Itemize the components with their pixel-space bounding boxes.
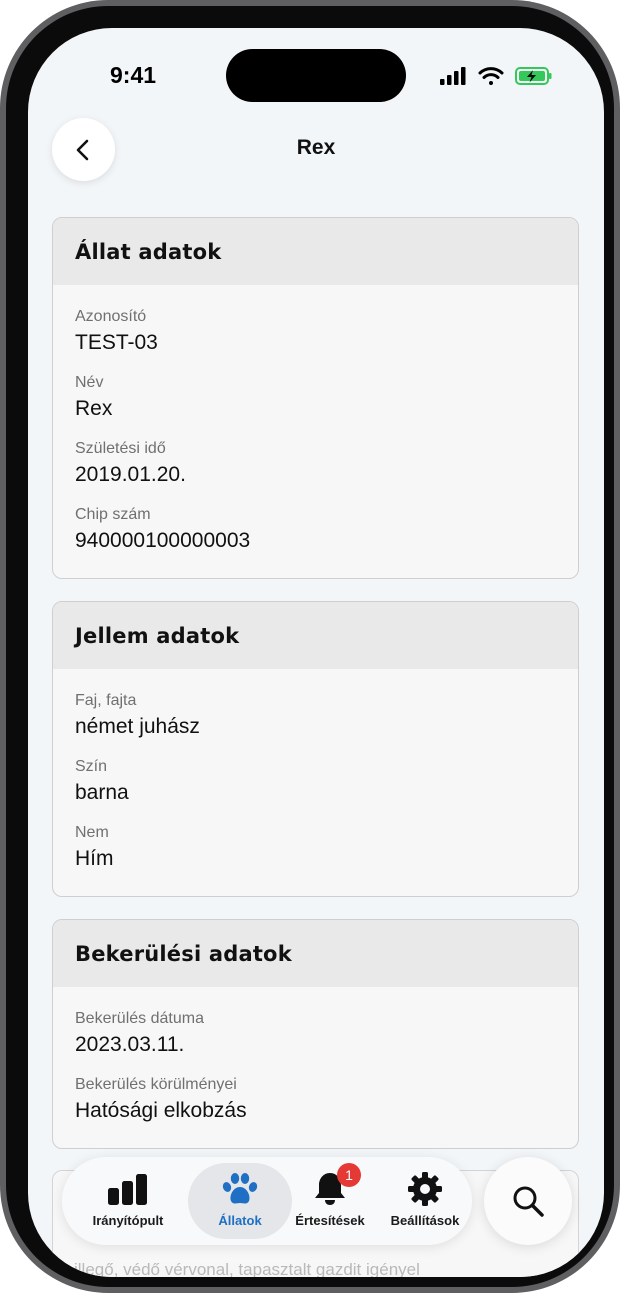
field-label-id: Azonosító	[75, 308, 147, 325]
bottom-tab-bar: Irányítópult Állatok 1 Értesítések Beáll…	[62, 1157, 472, 1245]
battery-icon	[515, 67, 552, 85]
search-button[interactable]	[484, 1157, 572, 1245]
field-label-intake-date: Bekerülés dátuma	[75, 1010, 204, 1027]
back-button[interactable]	[52, 118, 115, 181]
field-value-color: barna	[75, 781, 129, 804]
field-label-birthdate: Születési idő	[75, 440, 166, 457]
tab-dashboard[interactable]: Irányítópult	[76, 1163, 180, 1239]
wifi-icon	[478, 67, 504, 85]
page-title: Rex	[296, 136, 336, 159]
notification-badge: 1	[337, 1163, 361, 1187]
tab-label: Értesítések	[295, 1213, 365, 1228]
field-label-chip: Chip szám	[75, 506, 151, 523]
field-label-breed: Faj, fajta	[75, 692, 137, 709]
field-value-chip: 940000100000003	[75, 529, 251, 552]
field-value-intake-circumstances: Hatósági elkobzás	[75, 1099, 247, 1122]
field-label-sex: Nem	[75, 824, 109, 841]
card-title: Jellem adatok	[53, 602, 578, 669]
gear-icon	[408, 1172, 442, 1206]
status-icons	[438, 64, 558, 88]
chevron-left-icon	[76, 139, 88, 160]
card-animal-data: Állat adatok Azonosító TEST-03 Név Rex S…	[52, 217, 579, 579]
phone-frame: 9:41 Rex Állat adatok Azonosító TEST-03 …	[0, 0, 620, 1293]
status-time: 9:41	[110, 62, 157, 88]
field-value-breed: német juhász	[75, 715, 200, 738]
field-value-id: TEST-03	[75, 331, 158, 354]
card-intake-data: Bekerülési adatok Bekerülés dátuma 2023.…	[52, 919, 579, 1149]
search-icon	[513, 1186, 544, 1217]
screen: 9:41 Rex Állat adatok Azonosító TEST-03 …	[28, 28, 604, 1277]
card-next-partial-text: illegő, védő vérvonal, tapasztalt gazdit…	[74, 1260, 420, 1277]
dynamic-island	[226, 49, 406, 102]
card-title: Állat adatok	[53, 218, 578, 285]
field-label-name: Név	[75, 374, 104, 391]
tab-settings[interactable]: Beállítások	[380, 1163, 470, 1239]
bar-chart-icon	[108, 1174, 147, 1205]
phone-bezel: 9:41 Rex Állat adatok Azonosító TEST-03 …	[6, 6, 614, 1287]
paw-icon	[222, 1173, 258, 1204]
cellular-signal-icon	[440, 67, 466, 85]
tab-label: Állatok	[218, 1213, 262, 1228]
tab-notifications[interactable]: 1 Értesítések	[286, 1163, 374, 1239]
field-value-sex: Hím	[75, 847, 114, 870]
card-title: Bekerülési adatok	[53, 920, 578, 987]
card-character-data: Jellem adatok Faj, fajta német juhász Sz…	[52, 601, 579, 897]
field-value-name: Rex	[75, 397, 113, 420]
field-label-color: Szín	[75, 758, 108, 775]
field-value-intake-date: 2023.03.11.	[75, 1033, 185, 1056]
tab-label: Beállítások	[390, 1213, 460, 1228]
field-label-intake-circumstances: Bekerülés körülményei	[75, 1076, 237, 1093]
tab-animals[interactable]: Állatok	[188, 1163, 292, 1239]
field-value-birthdate: 2019.01.20.	[75, 463, 186, 486]
tab-label: Irányítópult	[92, 1213, 164, 1228]
